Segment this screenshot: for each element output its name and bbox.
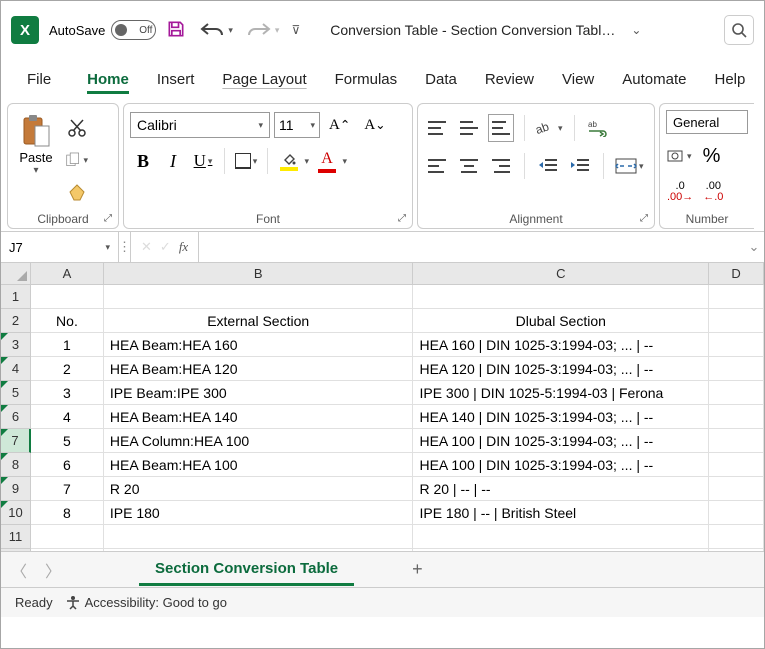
document-title: Conversion Table - Section Conversion Ta… — [330, 22, 615, 38]
font-name-selector[interactable]: Calibri▾ — [130, 112, 270, 138]
align-middle-button[interactable] — [456, 114, 482, 142]
tab-view[interactable]: View — [548, 63, 608, 96]
cut-button[interactable] — [64, 114, 90, 142]
search-button[interactable] — [724, 15, 754, 45]
tab-data[interactable]: Data — [411, 63, 471, 96]
formula-input[interactable] — [199, 232, 744, 262]
spreadsheet-grid[interactable]: A B C D 1 2 3 4 5 6 7 8 9 10 11 12 No.Ex… — [1, 263, 764, 551]
name-box[interactable]: J7▾ — [1, 232, 119, 262]
bold-button[interactable]: B — [130, 147, 156, 175]
chevron-down-icon: ▾ — [33, 165, 38, 176]
col-header-a[interactable]: A — [31, 263, 104, 285]
accounting-format-button[interactable]: ▾ — [666, 142, 693, 170]
font-size-selector[interactable]: 11▾ — [274, 112, 320, 138]
col-header-d[interactable]: D — [709, 263, 764, 285]
align-bottom-button[interactable] — [488, 114, 514, 142]
decrease-font-size-button[interactable]: A⌄ — [359, 111, 390, 139]
undo-button[interactable]: ▾ — [198, 21, 233, 39]
tab-formulas[interactable]: Formulas — [321, 63, 412, 96]
autosave-label: AutoSave — [49, 23, 105, 38]
add-sheet-button[interactable]: + — [412, 559, 423, 580]
col-header-b[interactable]: B — [104, 263, 414, 285]
ribbon: Paste ▾ ▾ Clipboard⤢ Calibri▾ 11▾ A⌃ A⌄ … — [1, 99, 764, 229]
group-alignment: ab▾ ab ▾ Alignment⤢ — [417, 103, 655, 229]
save-button[interactable] — [166, 19, 186, 42]
increase-decimal-button[interactable]: .0.00→ — [666, 178, 694, 206]
font-dialog-icon[interactable]: ⤢ — [398, 213, 406, 224]
group-clipboard: Paste ▾ ▾ Clipboard⤢ — [7, 103, 119, 229]
select-all-cell[interactable] — [1, 263, 31, 285]
tab-home[interactable]: Home — [73, 63, 143, 96]
accessibility-status[interactable]: Accessibility: Good to go — [65, 595, 227, 611]
namebox-expand[interactable]: ⋮ — [119, 232, 131, 262]
increase-indent-button[interactable] — [567, 152, 593, 180]
clipboard-dialog-icon[interactable]: ⤢ — [104, 213, 112, 224]
status-bar: Ready Accessibility: Good to go — [1, 587, 764, 617]
increase-font-size-button[interactable]: A⌃ — [324, 111, 355, 139]
enter-formula-button[interactable]: ✓ — [160, 239, 171, 255]
align-center-button[interactable] — [456, 152, 482, 180]
column-headers[interactable]: A B C D — [31, 263, 764, 285]
tab-help[interactable]: Help — [700, 63, 759, 96]
decrease-decimal-button[interactable]: .00←.0 — [700, 178, 726, 206]
borders-button[interactable]: ▾ — [233, 147, 259, 175]
row-headers[interactable]: 1 2 3 4 5 6 7 8 9 10 11 12 — [1, 285, 31, 551]
orientation-button[interactable]: ab▾ — [535, 114, 564, 142]
number-format-selector[interactable]: General — [666, 110, 748, 134]
quick-access-toolbar: ▾ ▾ ⊽ — [166, 19, 300, 42]
tab-file[interactable]: File — [5, 63, 73, 96]
autosave-toggle[interactable]: Off — [111, 20, 156, 40]
title-bar: X AutoSave Off ▾ ▾ ⊽ Conversion Table - … — [1, 1, 764, 59]
cells-area[interactable]: No.External SectionDlubal Section 1HEA B… — [31, 285, 764, 551]
underline-button[interactable]: U▾ — [190, 147, 216, 175]
accessibility-icon — [65, 595, 81, 611]
sheet-tab-active[interactable]: Section Conversion Table — [139, 554, 354, 586]
sheet-nav-next[interactable]: 〉 — [45, 558, 61, 582]
percent-format-button[interactable]: % — [699, 142, 725, 170]
format-painter-button[interactable] — [64, 178, 90, 206]
cancel-formula-button[interactable]: ✕ — [141, 239, 152, 255]
decrease-indent-button[interactable] — [535, 152, 561, 180]
tab-page-layout[interactable]: Page Layout — [208, 63, 320, 96]
svg-text:ab: ab — [536, 119, 551, 137]
redo-button[interactable]: ▾ — [245, 21, 280, 39]
align-left-button[interactable] — [424, 152, 450, 180]
italic-button[interactable]: I — [160, 147, 186, 175]
qat-customize-button[interactable]: ⊽ — [291, 23, 300, 37]
insert-function-button[interactable]: fx — [179, 239, 188, 255]
align-right-button[interactable] — [488, 152, 514, 180]
copy-button[interactable]: ▾ — [66, 150, 88, 170]
font-color-button[interactable]: A▾ — [314, 147, 340, 175]
title-dropdown[interactable]: ⌄ — [631, 23, 641, 37]
wrap-text-button[interactable]: ab — [585, 114, 611, 142]
excel-app-icon: X — [11, 16, 39, 44]
col-header-c[interactable]: C — [413, 263, 709, 285]
tab-insert[interactable]: Insert — [143, 63, 209, 96]
sheet-nav-prev[interactable]: 〈 — [11, 558, 27, 582]
fill-color-button[interactable]: ▾ — [276, 147, 302, 175]
align-top-button[interactable] — [424, 114, 450, 142]
svg-text:ab: ab — [588, 120, 597, 129]
group-number: General ▾ % .0.00→ .00←.0 Number — [659, 103, 754, 229]
ribbon-tabs: File Home Insert Page Layout Formulas Da… — [1, 59, 764, 99]
merge-center-button[interactable]: ▾ — [614, 152, 645, 180]
tab-automate[interactable]: Automate — [608, 63, 700, 96]
sheet-tab-bar: 〈 〉 Section Conversion Table + — [1, 551, 764, 587]
paste-button[interactable]: Paste ▾ — [14, 108, 58, 176]
tab-review[interactable]: Review — [471, 63, 548, 96]
status-ready: Ready — [15, 595, 53, 610]
group-font: Calibri▾ 11▾ A⌃ A⌄ B I U▾ ▾ ▾ A▾ Font⤢ — [123, 103, 413, 229]
alignment-dialog-icon[interactable]: ⤢ — [640, 213, 648, 224]
formula-bar: J7▾ ⋮ ✕ ✓ fx ⌄ — [1, 231, 764, 263]
autosave-control[interactable]: AutoSave Off — [49, 20, 156, 40]
formula-bar-expand-icon[interactable]: ⌄ — [744, 232, 764, 262]
